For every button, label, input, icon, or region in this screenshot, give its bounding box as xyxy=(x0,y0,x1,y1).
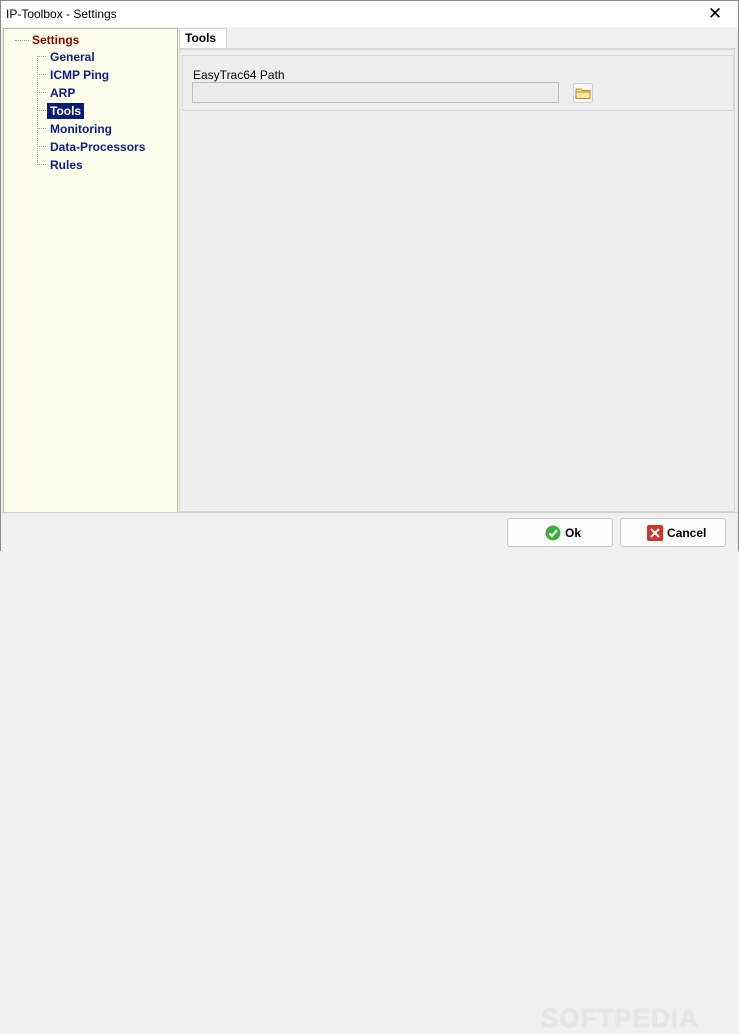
tree-connector xyxy=(37,74,46,75)
tree-item-arp[interactable]: ARP xyxy=(47,85,78,101)
settings-window: IP-Toolbox - Settings ✕ Settings General… xyxy=(0,0,739,1033)
window-title: IP-Toolbox - Settings xyxy=(6,7,117,21)
tree-connector xyxy=(15,40,29,41)
tree-connector xyxy=(37,92,46,93)
tree-item-tools[interactable]: Tools xyxy=(47,103,85,119)
cancel-button-label: Cancel xyxy=(667,526,707,540)
cancel-x-icon xyxy=(647,525,663,541)
tree-connector xyxy=(37,56,46,57)
tab-tools[interactable]: Tools xyxy=(179,28,227,48)
close-icon: ✕ xyxy=(707,4,723,23)
dialog-button-bar: SOFTPEDIA Ok Cancel xyxy=(1,512,738,1033)
tree-root-settings[interactable]: Settings xyxy=(30,32,81,48)
easytrac-path-input[interactable] xyxy=(192,82,559,103)
tree-connector xyxy=(37,164,46,165)
tree-connector xyxy=(37,146,46,147)
softpedia-watermark: SOFTPEDIA xyxy=(541,1003,699,1033)
settings-tree: Settings General ICMP Ping ARP Tools Mon… xyxy=(3,28,178,513)
tools-panel: EasyTrac64 Path xyxy=(179,49,735,512)
tree-connector xyxy=(37,110,46,111)
ok-button[interactable]: Ok xyxy=(507,518,613,547)
ok-button-label: Ok xyxy=(565,526,582,540)
easytrac-path-group: EasyTrac64 Path xyxy=(182,55,734,111)
tree-connector xyxy=(37,128,46,129)
check-icon xyxy=(545,525,561,541)
tree-item-general[interactable]: General xyxy=(47,49,98,65)
cancel-button[interactable]: Cancel xyxy=(620,518,726,547)
title-bar: IP-Toolbox - Settings ✕ xyxy=(1,1,738,27)
browse-folder-button[interactable] xyxy=(573,83,593,103)
tree-item-rules[interactable]: Rules xyxy=(47,157,86,173)
close-button[interactable]: ✕ xyxy=(692,1,738,27)
tree-item-monitoring[interactable]: Monitoring xyxy=(47,121,115,137)
tree-item-data-processors[interactable]: Data-Processors xyxy=(47,139,148,155)
tree-item-icmp-ping[interactable]: ICMP Ping xyxy=(47,67,112,83)
tab-strip: Tools xyxy=(179,28,736,49)
folder-icon xyxy=(573,83,593,103)
easytrac-path-label: EasyTrac64 Path xyxy=(193,68,285,82)
